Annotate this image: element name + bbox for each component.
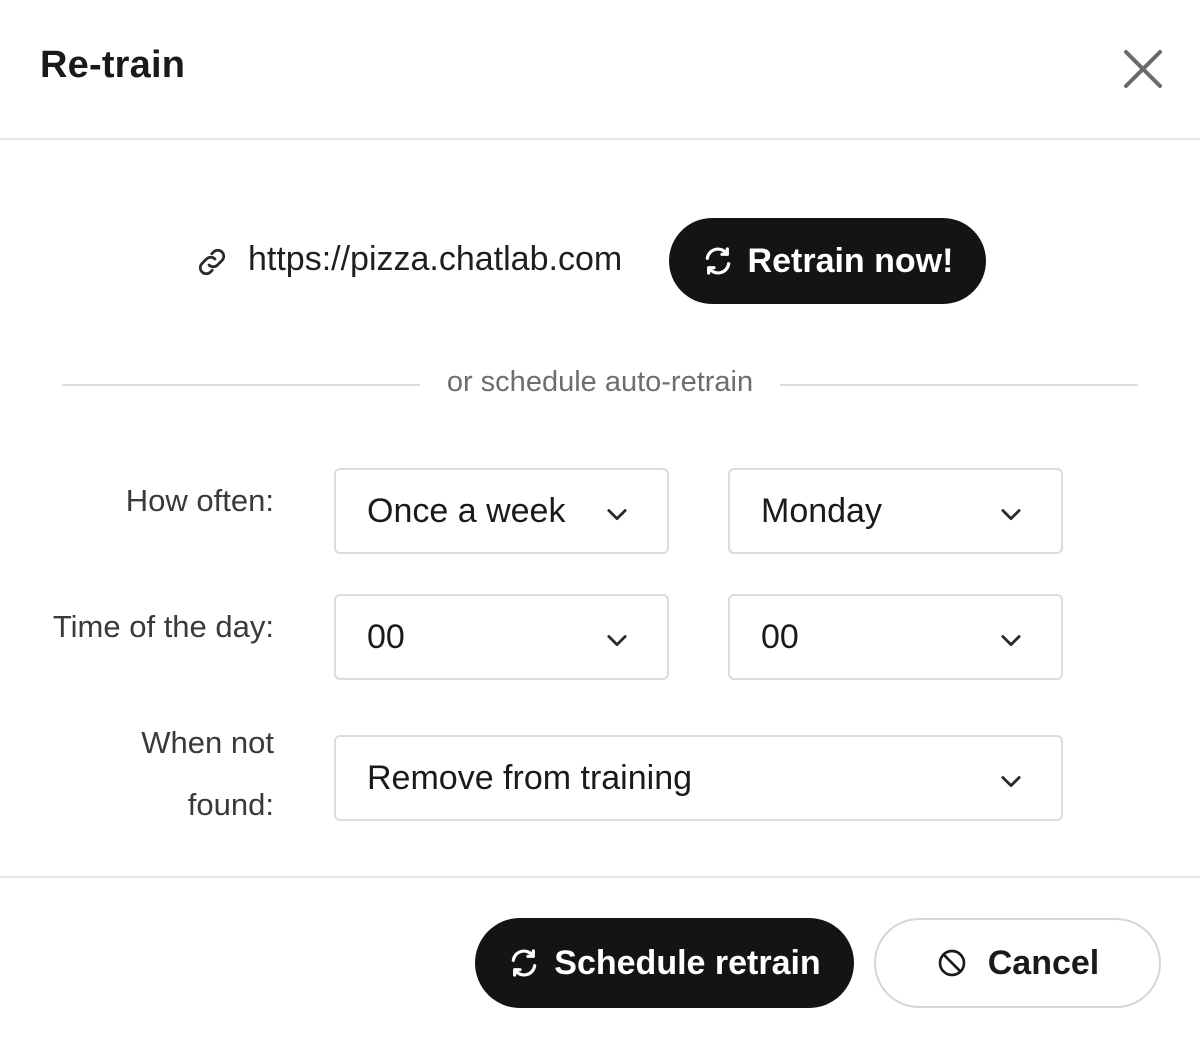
retrain-now-label: Retrain now! [747, 241, 954, 280]
retrain-now-button[interactable]: Retrain now! [669, 218, 986, 304]
schedule-retrain-label: Schedule retrain [554, 943, 821, 982]
cancel-label: Cancel [987, 943, 1100, 982]
refresh-icon [512, 949, 537, 977]
source-url: https://pizza.chatlab.com [248, 240, 623, 278]
source-row: https://pizza.chatlab.com Retrain now! [0, 218, 1200, 306]
link-icon [198, 248, 226, 276]
hour-select[interactable]: 00 [334, 594, 669, 680]
schedule-divider: or schedule auto-retrain [62, 364, 1138, 404]
when-not-found-label-line2: found: [187, 787, 274, 822]
chevron-down-icon [607, 509, 627, 521]
when-not-found-label-line1: When not [141, 725, 274, 760]
divider-text: or schedule auto-retrain [446, 366, 754, 398]
cancel-button[interactable]: Cancel [874, 918, 1161, 1008]
frequency-select[interactable]: Once a week [334, 468, 669, 554]
ban-icon [938, 949, 966, 977]
dialog-title: Re-train [40, 44, 186, 86]
close-button[interactable] [1120, 46, 1166, 92]
chevron-down-icon [1001, 776, 1021, 788]
minute-value: 00 [761, 618, 799, 656]
day-select[interactable]: Monday [728, 468, 1063, 554]
dialog-header: Re-train [0, 0, 1200, 140]
chevron-down-icon [607, 635, 627, 647]
minute-select[interactable]: 00 [728, 594, 1063, 680]
chevron-down-icon [1001, 509, 1021, 521]
refresh-icon [705, 247, 730, 275]
dialog-footer: Schedule retrain Cancel [0, 876, 1200, 1044]
time-of-day-label: Time of the day: [52, 609, 274, 644]
when-not-found-select[interactable]: Remove from training [334, 735, 1063, 821]
divider-line [780, 384, 1138, 386]
hour-value: 00 [367, 618, 405, 656]
day-value: Monday [761, 492, 882, 530]
chevron-down-icon [1001, 635, 1021, 647]
frequency-value: Once a week [367, 492, 566, 530]
close-icon [1124, 50, 1162, 88]
when-not-found-value: Remove from training [367, 759, 693, 797]
how-often-label: How often: [125, 483, 274, 518]
schedule-retrain-button[interactable]: Schedule retrain [475, 918, 854, 1008]
divider-line [62, 384, 420, 386]
when-not-found-label: When not found: [141, 712, 274, 836]
